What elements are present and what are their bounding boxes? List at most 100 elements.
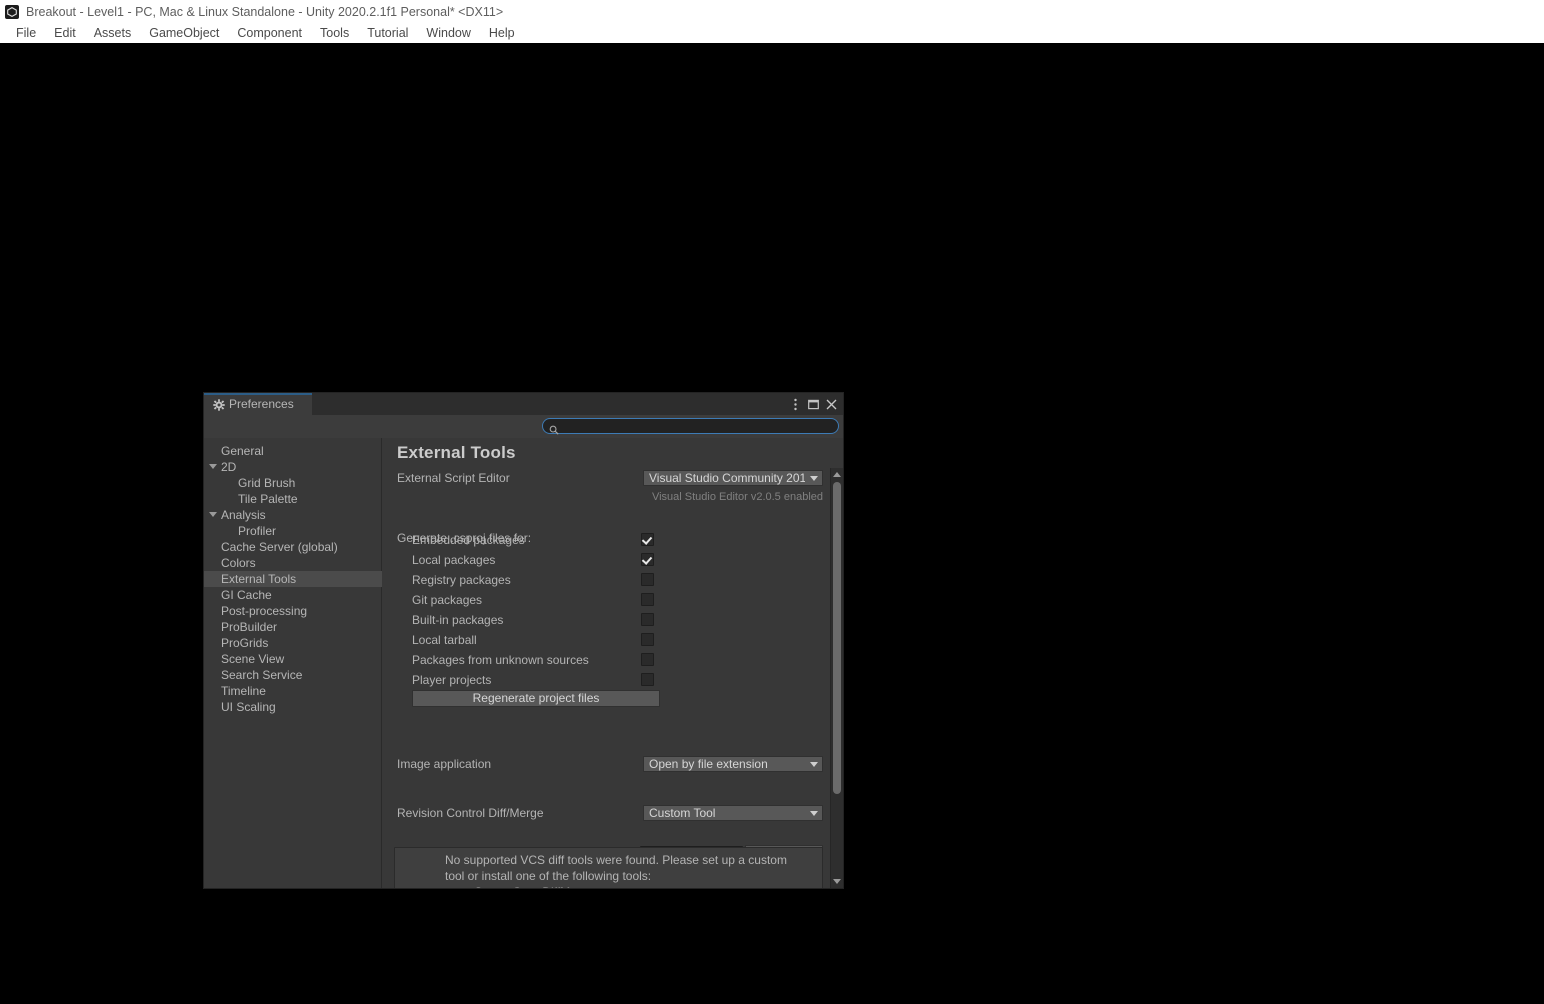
preferences-window: Preferences General 2D Grid Brush Tile P… [203, 392, 844, 889]
diff-merge-label: Revision Control Diff/Merge [397, 806, 544, 820]
menu-item-tutorial[interactable]: Tutorial [358, 24, 417, 43]
sidebar-item-colors[interactable]: Colors [204, 555, 382, 571]
csproj-option-checkbox[interactable] [641, 593, 654, 606]
csproj-row-packages-from-unknown-sources: Packages from unknown sources [382, 650, 829, 670]
sidebar-item-label: Post-processing [221, 604, 308, 618]
csproj-option-checkbox[interactable] [641, 573, 654, 586]
diff-merge-value: Custom Tool [649, 806, 716, 820]
chevron-down-icon [810, 476, 818, 481]
menu-item-edit[interactable]: Edit [45, 24, 85, 43]
search-input[interactable] [563, 419, 822, 435]
external-script-editor-hint: Visual Studio Editor v2.0.5 enabled [651, 491, 823, 503]
image-application-value: Open by file extension [649, 757, 768, 771]
window-title: Breakout - Level1 - PC, Mac & Linux Stan… [26, 5, 504, 19]
sidebar-item-label: Grid Brush [238, 476, 296, 490]
csproj-row-registry-packages: Registry packages [382, 570, 829, 590]
vcs-warning-line1: No supported VCS diff tools were found. … [445, 853, 787, 867]
csproj-row-local-packages: Local packages [382, 550, 829, 570]
kebab-menu-icon[interactable] [787, 395, 803, 413]
sidebar-item-timeline[interactable]: Timeline [204, 683, 382, 699]
chevron-down-icon[interactable] [209, 512, 217, 517]
scroll-up-arrow-icon[interactable] [833, 472, 841, 477]
csproj-option-checkbox[interactable] [641, 633, 654, 646]
sidebar-item-label: ProBuilder [221, 620, 278, 634]
csproj-row-player-projects: Player projects [382, 670, 829, 690]
csproj-option-label: Local tarball [412, 633, 477, 647]
sidebar-item-cache-server-global-[interactable]: Cache Server (global) [204, 539, 382, 555]
sidebar-item-tile-palette[interactable]: Tile Palette [204, 491, 382, 507]
csproj-option-checkbox[interactable] [641, 673, 654, 686]
csproj-option-checkbox[interactable] [641, 553, 654, 566]
csproj-option-label: Registry packages [412, 573, 511, 587]
sidebar-item-label: General [221, 444, 264, 458]
external-script-editor-label: External Script Editor [397, 471, 510, 485]
external-script-editor-value: Visual Studio Community 201 [649, 471, 805, 485]
menu-item-component[interactable]: Component [228, 24, 311, 43]
image-application-dropdown[interactable]: Open by file extension [643, 756, 823, 772]
sidebar-item-label: Profiler [238, 524, 277, 538]
scrollbar-thumb[interactable] [833, 482, 841, 794]
diff-merge-dropdown[interactable]: Custom Tool [643, 805, 823, 821]
csproj-row-built-in-packages: Built-in packages [382, 610, 829, 630]
menu-bar: File Edit Assets GameObject Component Tools Tu… [0, 24, 1544, 43]
sidebar-item-gi-cache[interactable]: GI Cache [204, 587, 382, 603]
preferences-body: General 2D Grid Brush Tile Palette Analysis P… [204, 438, 843, 888]
menu-item-gameobject[interactable]: GameObject [140, 24, 228, 43]
row-image-application: Image application Open by file extension [382, 754, 829, 774]
csproj-option-label: Packages from unknown sources [412, 653, 589, 667]
sidebar-item-grid-brush[interactable]: Grid Brush [204, 475, 382, 491]
regenerate-project-files-button[interactable]: Regenerate project files [412, 690, 660, 707]
tab-preferences[interactable]: Preferences [204, 393, 312, 415]
sidebar-item-label: GI Cache [221, 588, 272, 602]
sidebar-item-label: Tile Palette [238, 492, 298, 506]
csproj-option-checkbox[interactable] [641, 613, 654, 626]
sidebar-item-external-tools[interactable]: External Tools [204, 571, 382, 587]
chevron-down-icon [810, 811, 818, 816]
menu-item-tools[interactable]: Tools [311, 24, 358, 43]
unity-icon [5, 5, 19, 19]
menu-item-file[interactable]: File [7, 24, 45, 43]
sidebar-item-label: Timeline [221, 684, 266, 698]
csproj-option-checkbox[interactable] [641, 533, 654, 546]
search-icon [549, 422, 559, 435]
sidebar-item-scene-view[interactable]: Scene View [204, 651, 382, 667]
csproj-option-label: Local packages [412, 553, 496, 567]
row-diff-merge: Revision Control Diff/Merge Custom Tool [382, 803, 829, 823]
sidebar-item-progrids[interactable]: ProGrids [204, 635, 382, 651]
row-external-script-editor: External Script Editor Visual Studio Com… [382, 468, 829, 488]
sidebar-item-general[interactable]: General [204, 443, 382, 459]
window-controls [787, 393, 839, 415]
csproj-option-label: Player projects [412, 673, 492, 687]
sidebar-item-post-processing[interactable]: Post-processing [204, 603, 382, 619]
search-field[interactable] [542, 418, 839, 435]
csproj-row-local-tarball: Local tarball [382, 630, 829, 650]
page-title: External Tools [397, 443, 516, 462]
sidebar-item-probuilder[interactable]: ProBuilder [204, 619, 382, 635]
sidebar-item-label: External Tools [221, 572, 297, 586]
sidebar-item-analysis[interactable]: Analysis [204, 507, 382, 523]
menu-item-assets[interactable]: Assets [85, 24, 141, 43]
preferences-sidebar: General 2D Grid Brush Tile Palette Analysis P… [204, 438, 382, 888]
sidebar-item-search-service[interactable]: Search Service [204, 667, 382, 683]
external-script-editor-dropdown[interactable]: Visual Studio Community 201 [643, 470, 823, 486]
menu-item-help[interactable]: Help [480, 24, 524, 43]
sidebar-item-profiler[interactable]: Profiler [204, 523, 382, 539]
close-icon[interactable] [823, 395, 839, 413]
tab-preferences-label: Preferences [229, 397, 294, 411]
chevron-down-icon[interactable] [209, 464, 217, 469]
sidebar-item-label: 2D [221, 460, 237, 474]
csproj-row-git-packages: Git packages [382, 590, 829, 610]
csproj-option-checkbox[interactable] [641, 653, 654, 666]
sidebar-item-label: Cache Server (global) [221, 540, 338, 554]
sidebar-item-2d[interactable]: 2D [204, 459, 382, 475]
chevron-down-icon [810, 762, 818, 767]
content-scrollbar[interactable] [830, 468, 843, 888]
scroll-down-arrow-icon[interactable] [833, 879, 841, 884]
sidebar-item-label: Colors [221, 556, 256, 570]
tab-active-accent [204, 393, 312, 395]
maximize-icon[interactable] [805, 395, 821, 413]
menu-item-window[interactable]: Window [417, 24, 479, 43]
sidebar-item-ui-scaling[interactable]: UI Scaling [204, 699, 382, 715]
image-application-label: Image application [397, 757, 492, 771]
csproj-row-embedded-packages: Embedded packages [382, 530, 829, 550]
